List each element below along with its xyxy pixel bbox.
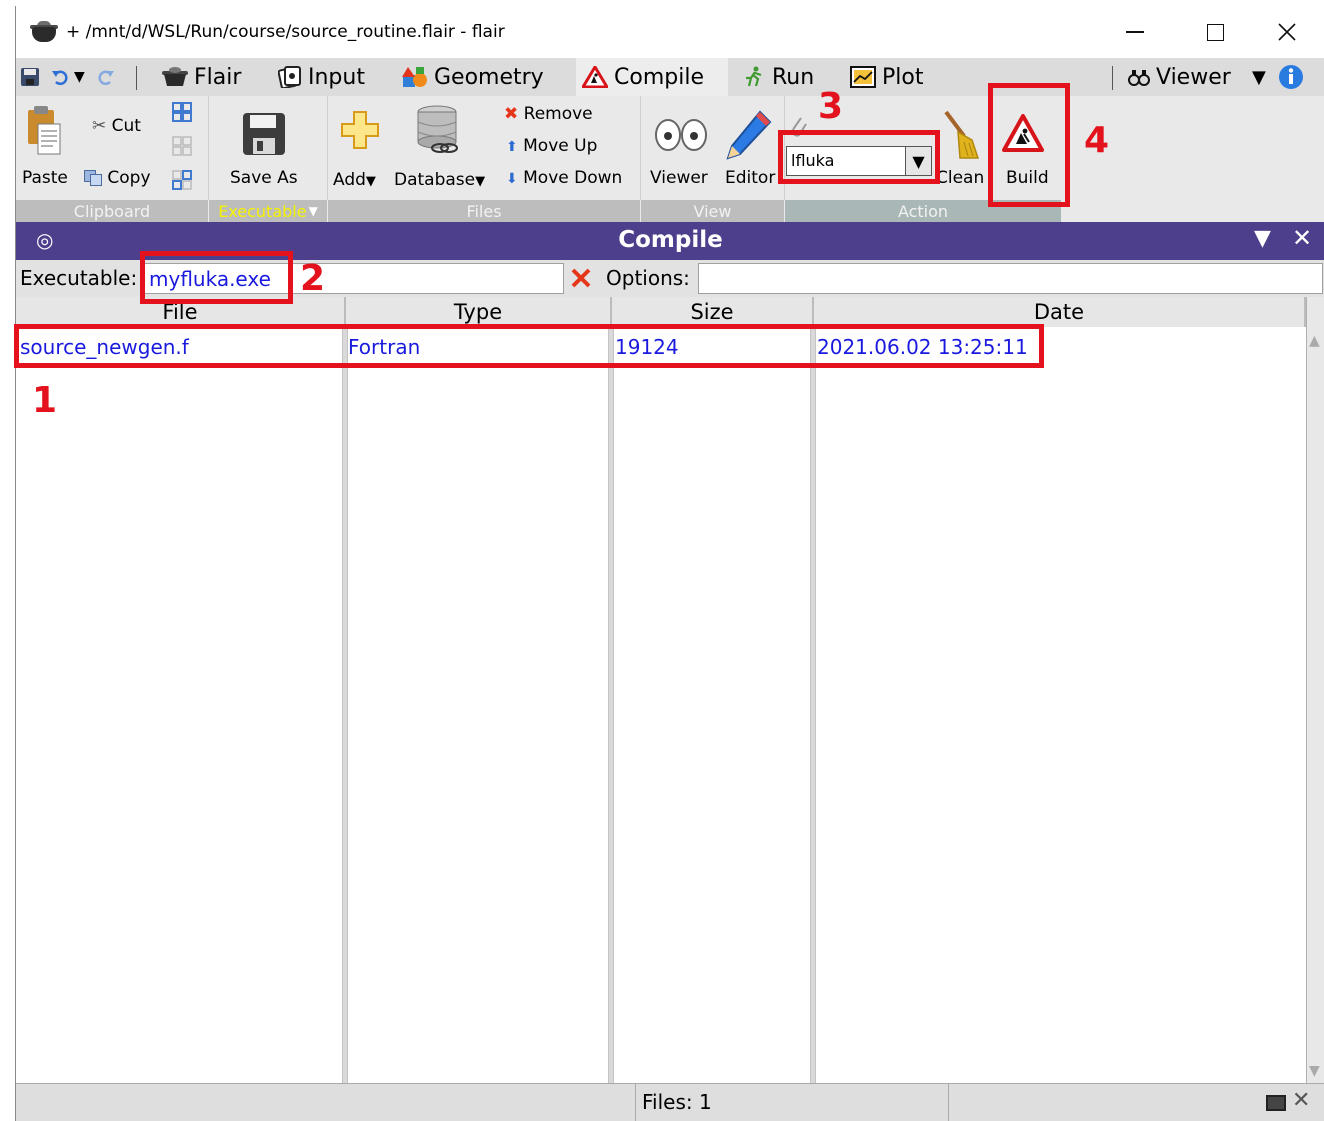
annotation-box-1: [14, 324, 1044, 368]
maximize-button[interactable]: [1180, 6, 1250, 58]
tools-icon[interactable]: ✕: [1292, 1088, 1310, 1113]
database-icon[interactable]: [416, 104, 462, 161]
editor-button[interactable]: Editor: [725, 168, 775, 188]
add-plus-icon[interactable]: [340, 110, 380, 155]
column-header-type[interactable]: Type: [346, 297, 612, 327]
vertical-scrollbar[interactable]: ▲ ▼: [1306, 297, 1324, 1083]
tab-flair[interactable]: Flair: [162, 58, 241, 96]
tab-bar: ▼ Flair Input Geometry Compile Run Plot …: [16, 58, 1324, 96]
annotation-box-4: [988, 83, 1070, 207]
title-bar: + /mnt/d/WSL/Run/course/source_routine.f…: [16, 6, 1324, 58]
red-x-icon: ✖: [504, 104, 519, 124]
column-header-date[interactable]: Date: [814, 297, 1306, 327]
options-input[interactable]: [698, 263, 1323, 294]
options-label: Options:: [606, 266, 690, 290]
quick-save-icon[interactable]: [20, 58, 40, 96]
move-down-button[interactable]: ⬇ Move Down: [506, 168, 622, 188]
arrow-down-icon: ⬇: [506, 171, 518, 187]
panel-close-icon[interactable]: ✕: [1292, 224, 1312, 252]
flair-window: + /mnt/d/WSL/Run/course/source_routine.f…: [15, 6, 1324, 1121]
executable-label: Executable:: [20, 266, 138, 290]
scroll-up-icon[interactable]: ▲: [1309, 333, 1320, 349]
panel-title: Compile: [618, 227, 723, 253]
running-man-icon: [742, 66, 766, 88]
arrow-up-icon: ⬆: [506, 139, 518, 155]
input-cards-icon: [277, 66, 302, 90]
viewer-menu-button[interactable]: Viewer: [1128, 58, 1231, 96]
annotation-number-3: 3: [818, 86, 844, 127]
tab-input[interactable]: Input: [277, 58, 365, 96]
binoculars-icon: [1128, 68, 1150, 86]
clean-button[interactable]: Clean: [936, 168, 984, 188]
annotation-box-3: [778, 130, 940, 184]
add-button[interactable]: Add▼: [333, 170, 376, 190]
scroll-down-icon[interactable]: ▼: [1309, 1063, 1320, 1079]
save-as-button[interactable]: Save As: [230, 168, 298, 188]
terminal-icon[interactable]: [1266, 1094, 1286, 1116]
minimize-button[interactable]: [1100, 6, 1170, 58]
paste-icon[interactable]: [24, 104, 64, 160]
database-button[interactable]: Database▼: [394, 170, 485, 190]
panel-menu-icon[interactable]: ▼: [1254, 226, 1271, 251]
clear-x-icon: [571, 268, 591, 288]
cut-button[interactable]: ✂ Cut: [92, 116, 141, 136]
select-all-icon[interactable]: [172, 102, 192, 127]
group-label-view: View: [641, 200, 784, 222]
ribbon: Paste ✂ Cut Copy Save As Add▼ Database▼ …: [16, 96, 1324, 222]
select-none-icon[interactable]: [172, 136, 192, 161]
undo-icon[interactable]: [50, 58, 70, 96]
info-icon[interactable]: [1278, 58, 1304, 96]
group-label-executable[interactable]: Executable ▼: [209, 200, 327, 222]
annotation-box-2: [140, 251, 293, 304]
cauldron-icon: [162, 67, 188, 87]
copy-icon: [84, 170, 102, 186]
clear-executable-button[interactable]: [568, 265, 594, 291]
flair-cauldron-icon: [30, 21, 58, 43]
undo-dropdown-icon[interactable]: ▼: [74, 58, 85, 96]
move-up-button[interactable]: ⬆ Move Up: [506, 136, 597, 156]
paste-button[interactable]: Paste: [22, 168, 68, 188]
broom-icon[interactable]: [942, 110, 982, 165]
scissors-icon: ✂: [92, 116, 107, 136]
file-table: source_newgen.f Fortran 19124 2021.06.02…: [16, 327, 1306, 1083]
plot-frame-icon: [850, 66, 876, 88]
status-files-count: Files: 1: [642, 1090, 712, 1114]
tab-compile[interactable]: Compile: [576, 58, 728, 96]
group-label-clipboard: Clipboard: [16, 200, 208, 222]
redo-icon[interactable]: [96, 58, 116, 96]
status-bar: Files: 1 ✕: [16, 1083, 1324, 1121]
group-label-files: Files: [328, 200, 640, 222]
geometry-shapes-icon: [402, 66, 428, 88]
pencil-icon[interactable]: [724, 110, 772, 167]
eyes-icon[interactable]: [654, 118, 708, 157]
window-title: + /mnt/d/WSL/Run/course/source_routine.f…: [66, 22, 505, 42]
floppy-disk-icon[interactable]: [242, 112, 286, 161]
construction-sign-icon: [580, 64, 610, 89]
executable-group-dropdown-icon[interactable]: ▼: [309, 204, 318, 218]
close-button[interactable]: [1252, 6, 1322, 58]
column-header-size[interactable]: Size: [612, 297, 814, 327]
viewer-button[interactable]: Viewer: [650, 168, 708, 188]
annotation-number-1: 1: [32, 380, 58, 421]
remove-button[interactable]: ✖ Remove: [504, 104, 593, 124]
tab-run[interactable]: Run: [742, 58, 814, 96]
annotation-number-4: 4: [1084, 120, 1110, 161]
tab-plot[interactable]: Plot: [850, 58, 923, 96]
viewer-dropdown-icon[interactable]: ▼: [1252, 58, 1266, 96]
copy-button[interactable]: Copy: [84, 168, 151, 188]
tab-geometry[interactable]: Geometry: [402, 58, 544, 96]
invert-selection-icon[interactable]: [172, 170, 192, 195]
annotation-number-2: 2: [300, 258, 326, 299]
